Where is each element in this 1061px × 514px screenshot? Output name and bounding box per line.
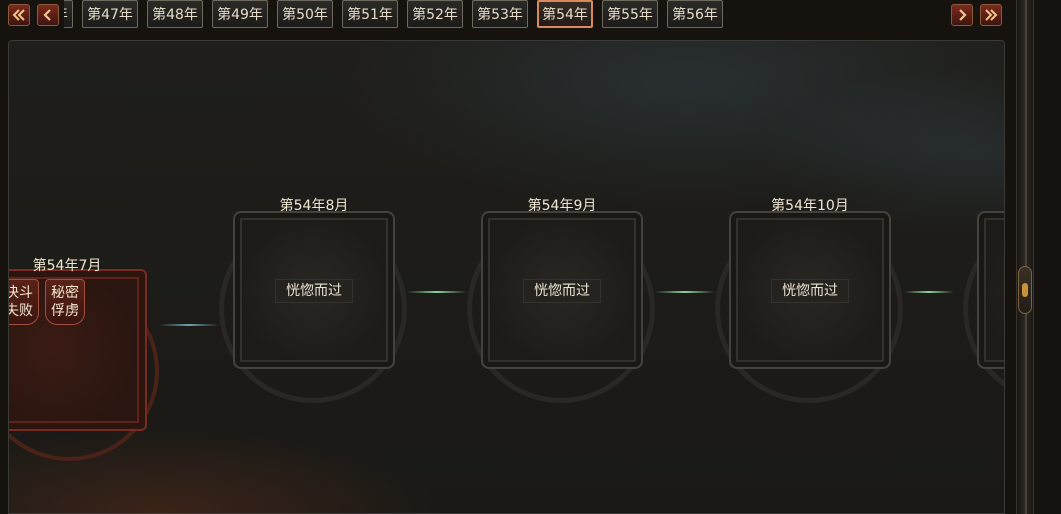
last-year-button[interactable]	[980, 4, 1002, 26]
prev-year-button[interactable]	[37, 4, 59, 26]
year-tab[interactable]: 第56年	[667, 0, 723, 28]
year-tab[interactable]: 第55年	[602, 0, 658, 28]
event-label: 恍惚而过	[771, 279, 849, 303]
current-month-title: 第54年7月	[32, 258, 102, 274]
event-label: 恍惚而过	[275, 279, 353, 303]
timeline-connector	[159, 324, 219, 326]
scrollbar-thumb[interactable]	[1018, 266, 1032, 314]
year-tabs: 第46年第47年第48年第49年第50年第51年第52年第53年第54年第55年…	[64, 0, 768, 30]
badge-line: 决斗	[9, 285, 33, 301]
year-tab[interactable]: 第49年	[212, 0, 268, 28]
timeline-connector	[407, 291, 467, 293]
timeline-connector	[904, 291, 954, 293]
badge-line: 失败	[9, 303, 33, 319]
chevron-left-icon	[43, 9, 51, 21]
year-tab[interactable]: 第46年	[64, 0, 73, 28]
chevron-right-icon	[959, 9, 967, 21]
next-year-button[interactable]	[951, 4, 973, 26]
timeline-connector	[655, 291, 715, 293]
year-tab[interactable]: 第54年	[537, 0, 593, 28]
right-edge	[1034, 0, 1061, 514]
year-tab[interactable]: 第53年	[472, 0, 528, 28]
event-badge-secret-captive[interactable]: 秘密 俘虏	[45, 279, 85, 325]
event-label: 恍惚而过	[523, 279, 601, 303]
scrollbar-rail	[1025, 0, 1027, 514]
year-tabs-track: 第46年第47年第48年第49年第50年第51年第52年第53年第54年第55年…	[64, 0, 732, 30]
double-chevron-left-icon	[12, 9, 25, 21]
vertical-scrollbar[interactable]	[1016, 0, 1034, 514]
double-chevron-right-icon	[985, 9, 998, 21]
year-tab[interactable]: 第52年	[407, 0, 463, 28]
badge-line: 秘密	[51, 285, 79, 301]
event-badge-duel[interactable]: 决斗 失败	[9, 279, 39, 325]
year-tab-bar: 第46年第47年第48年第49年第50年第51年第52年第53年第54年第55年…	[0, 0, 1015, 30]
year-tab[interactable]: 第48年	[147, 0, 203, 28]
year-tab[interactable]: 第47年	[82, 0, 138, 28]
year-tab[interactable]: 第50年	[277, 0, 333, 28]
timeline-panel: 第54年7月 决斗 失败 秘密 俘虏 第54年8月 恍惚而过 第54年9月 恍惚…	[8, 40, 1005, 514]
node-frame	[977, 211, 1004, 369]
badge-line: 俘虏	[51, 303, 79, 319]
first-year-button[interactable]	[8, 4, 30, 26]
year-tab[interactable]: 第51年	[342, 0, 398, 28]
